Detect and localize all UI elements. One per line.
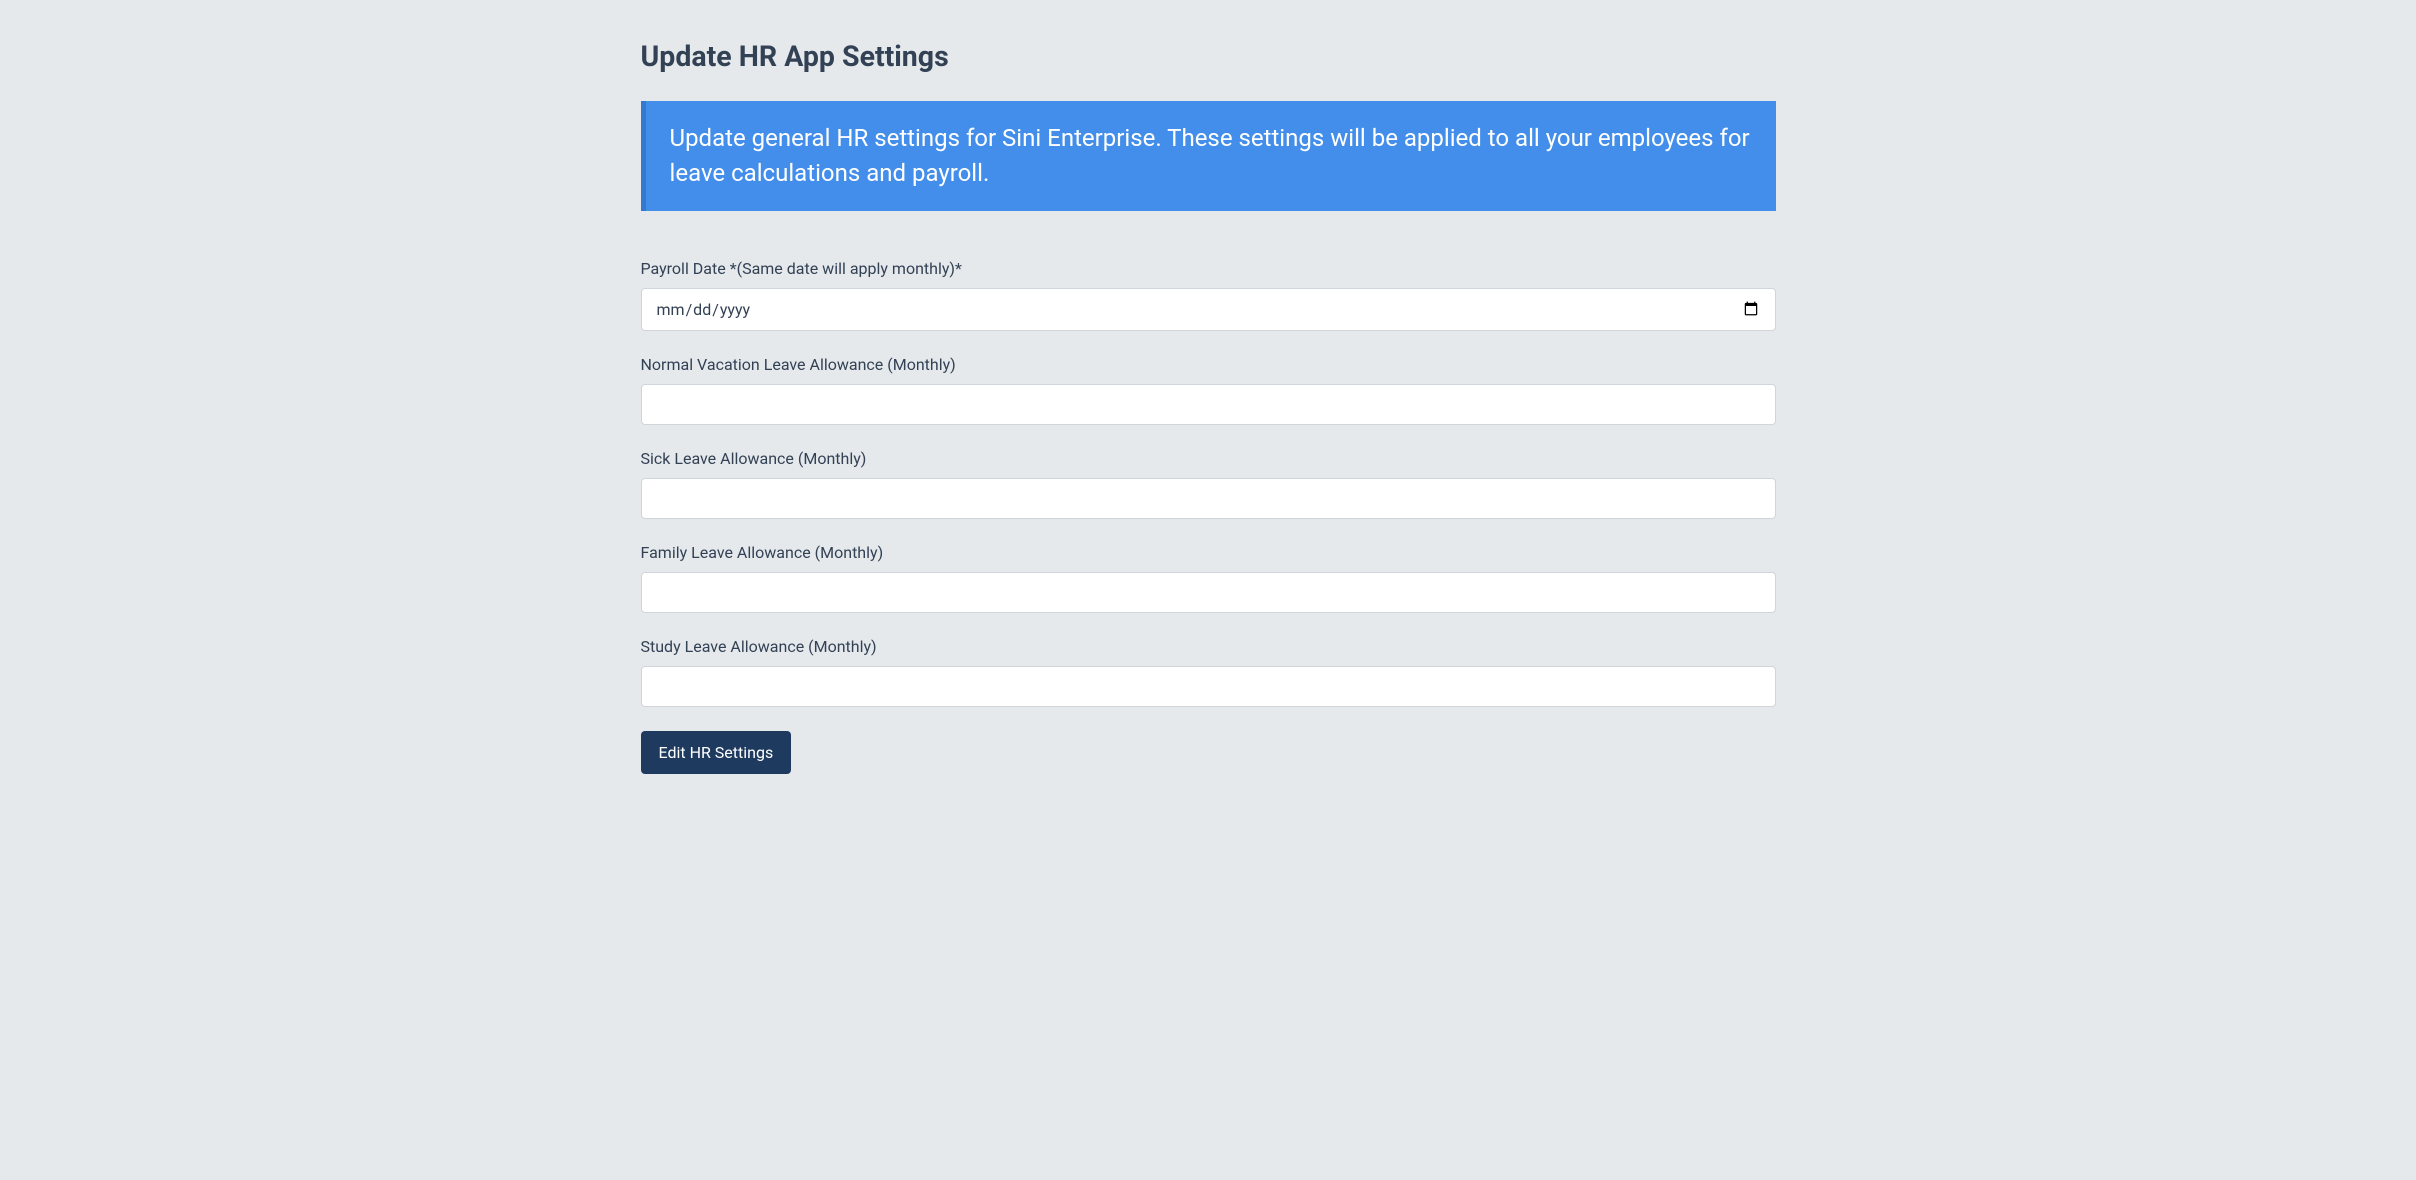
vacation-leave-group: Normal Vacation Leave Allowance (Monthly… <box>641 355 1776 425</box>
sick-leave-group: Sick Leave Allowance (Monthly) <box>641 449 1776 519</box>
payroll-date-group: Payroll Date *(Same date will apply mont… <box>641 259 1776 331</box>
settings-container: Update HR App Settings Update general HR… <box>641 40 1776 774</box>
info-banner: Update general HR settings for Sini Ente… <box>641 101 1776 211</box>
vacation-leave-input[interactable] <box>641 384 1776 425</box>
sick-leave-label: Sick Leave Allowance (Monthly) <box>641 449 1776 468</box>
payroll-date-label: Payroll Date *(Same date will apply mont… <box>641 259 1776 278</box>
family-leave-group: Family Leave Allowance (Monthly) <box>641 543 1776 613</box>
study-leave-group: Study Leave Allowance (Monthly) <box>641 637 1776 707</box>
page-title: Update HR App Settings <box>641 40 1776 73</box>
study-leave-input[interactable] <box>641 666 1776 707</box>
vacation-leave-label: Normal Vacation Leave Allowance (Monthly… <box>641 355 1776 374</box>
date-input-wrapper <box>641 288 1776 331</box>
edit-hr-settings-button[interactable]: Edit HR Settings <box>641 731 792 774</box>
study-leave-label: Study Leave Allowance (Monthly) <box>641 637 1776 656</box>
hr-settings-form: Payroll Date *(Same date will apply mont… <box>641 259 1776 774</box>
payroll-date-input[interactable] <box>641 288 1776 331</box>
family-leave-label: Family Leave Allowance (Monthly) <box>641 543 1776 562</box>
sick-leave-input[interactable] <box>641 478 1776 519</box>
family-leave-input[interactable] <box>641 572 1776 613</box>
